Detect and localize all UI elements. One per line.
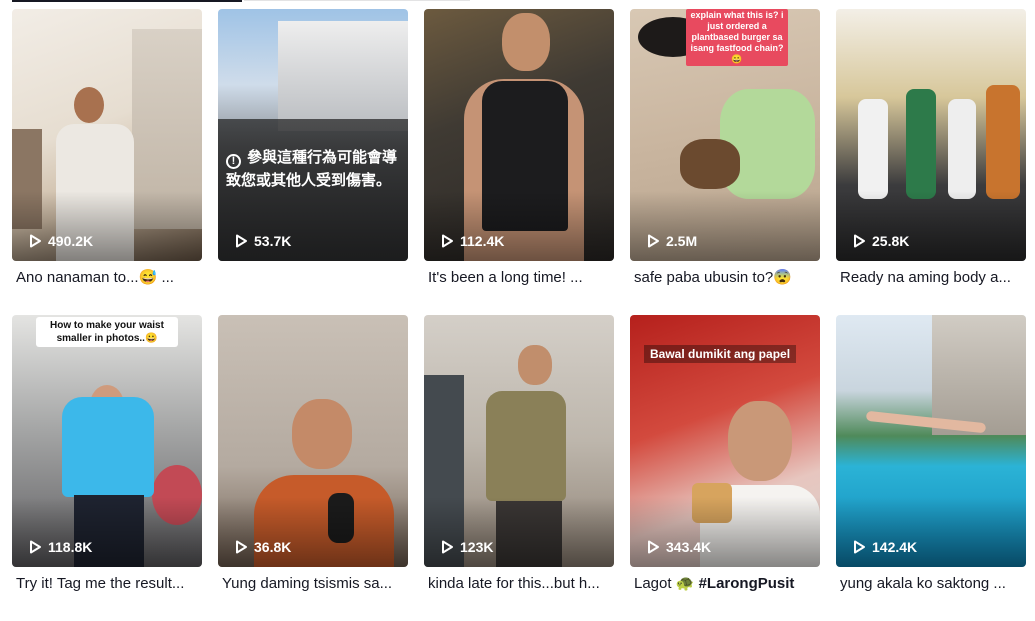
video-grid: 490.2K Ano nanaman to...😅 ... ! 參與這種行為可能會…: [12, 9, 1026, 621]
video-thumbnail[interactable]: 112.4K: [424, 9, 614, 261]
tab-divider: [244, 0, 470, 1]
video-thumbnail[interactable]: 490.2K: [12, 9, 202, 261]
view-count: 142.4K: [852, 539, 917, 555]
video-thumbnail[interactable]: ! 參與這種行為可能會導致您或其他人受到傷害。 53.7K: [218, 9, 408, 261]
play-icon: [442, 234, 453, 248]
play-icon: [648, 234, 659, 248]
video-caption[interactable]: kinda late for this...but h...: [428, 574, 614, 594]
video-thumbnail[interactable]: How to make your waist smaller in photos…: [12, 315, 202, 567]
view-count: 112.4K: [440, 233, 504, 249]
view-count: 490.2K: [28, 233, 93, 249]
video-card[interactable]: 142.4K yung akala ko saktong ...: [836, 315, 1026, 621]
caption-emoji: 😨: [773, 269, 792, 286]
video-card[interactable]: 25.8K Ready na aming body a...: [836, 9, 1026, 315]
video-card[interactable]: 112.4K It's been a long time! ...: [424, 9, 614, 315]
view-count-text: 2.5M: [666, 233, 698, 249]
view-count-text: 123K: [460, 539, 494, 555]
view-count-text: 112.4K: [460, 233, 505, 249]
video-caption[interactable]: It's been a long time! ...: [428, 268, 614, 288]
view-count: 53.7K: [234, 233, 291, 249]
video-thumbnail[interactable]: 36.8K: [218, 315, 408, 567]
view-count-text: 118.8K: [48, 539, 93, 555]
active-tab-indicator: [12, 0, 242, 2]
overlay-sticker: How to make your waist smaller in photos…: [36, 317, 178, 347]
overlay-text: Bawal dumikit ang papel: [644, 345, 797, 363]
play-icon: [30, 234, 41, 248]
play-icon: [854, 234, 865, 248]
view-count-text: 343.4K: [666, 539, 712, 555]
overlay-sticker: explain what this is? i just ordered a p…: [686, 9, 788, 66]
caption-emoji: 😅: [138, 269, 158, 286]
play-icon: [648, 540, 659, 554]
video-caption[interactable]: Yung daming tsismis sa...: [222, 574, 408, 594]
video-card[interactable]: Bawal dumikit ang papel 343.4K Lagot 🐢 #…: [630, 315, 820, 621]
view-count-text: 25.8K: [872, 233, 910, 249]
view-count-text: 36.8K: [254, 539, 292, 555]
video-card[interactable]: ! 參與這種行為可能會導致您或其他人受到傷害。 53.7K: [218, 9, 408, 315]
video-caption[interactable]: yung akala ko saktong ...: [840, 574, 1026, 594]
view-count: 343.4K: [646, 539, 711, 555]
video-card[interactable]: 36.8K Yung daming tsismis sa...: [218, 315, 408, 621]
turtle-icon: 🐢: [675, 575, 695, 592]
video-card[interactable]: How to make your waist smaller in photos…: [12, 315, 202, 621]
video-caption[interactable]: Ready na aming body a...: [840, 268, 1026, 288]
video-thumbnail[interactable]: 142.4K: [836, 315, 1026, 567]
video-caption[interactable]: Lagot 🐢 #LarongPusit: [634, 574, 820, 594]
view-count: 25.8K: [852, 233, 909, 249]
video-caption[interactable]: safe paba ubusin to?😨: [634, 268, 820, 288]
play-icon: [442, 540, 453, 554]
view-count-text: 142.4K: [872, 539, 918, 555]
play-icon: [236, 234, 247, 248]
video-thumbnail[interactable]: 25.8K: [836, 9, 1026, 261]
view-count: 36.8K: [234, 539, 291, 555]
video-card[interactable]: 123K kinda late for this...but h...: [424, 315, 614, 621]
video-thumbnail[interactable]: Bawal dumikit ang papel 343.4K: [630, 315, 820, 567]
video-thumbnail[interactable]: 123K: [424, 315, 614, 567]
video-thumbnail[interactable]: explain what this is? i just ordered a p…: [630, 9, 820, 261]
warning-icon: !: [226, 154, 241, 169]
safety-warning: ! 參與這種行為可能會導致您或其他人受到傷害。: [226, 149, 398, 189]
view-count: 123K: [440, 539, 493, 555]
play-icon: [236, 540, 247, 554]
view-count-text: 53.7K: [254, 233, 292, 249]
view-count: 118.8K: [28, 539, 92, 555]
video-card[interactable]: explain what this is? i just ordered a p…: [630, 9, 820, 315]
play-icon: [30, 540, 41, 554]
play-icon: [854, 540, 865, 554]
view-count: 2.5M: [646, 233, 697, 249]
view-count-text: 490.2K: [48, 233, 94, 249]
video-caption[interactable]: Try it! Tag me the result...: [16, 574, 202, 594]
video-card[interactable]: 490.2K Ano nanaman to...😅 ...: [12, 9, 202, 315]
video-caption[interactable]: Ano nanaman to...😅 ...: [16, 268, 202, 288]
hashtag-link[interactable]: #LarongPusit: [699, 575, 795, 592]
